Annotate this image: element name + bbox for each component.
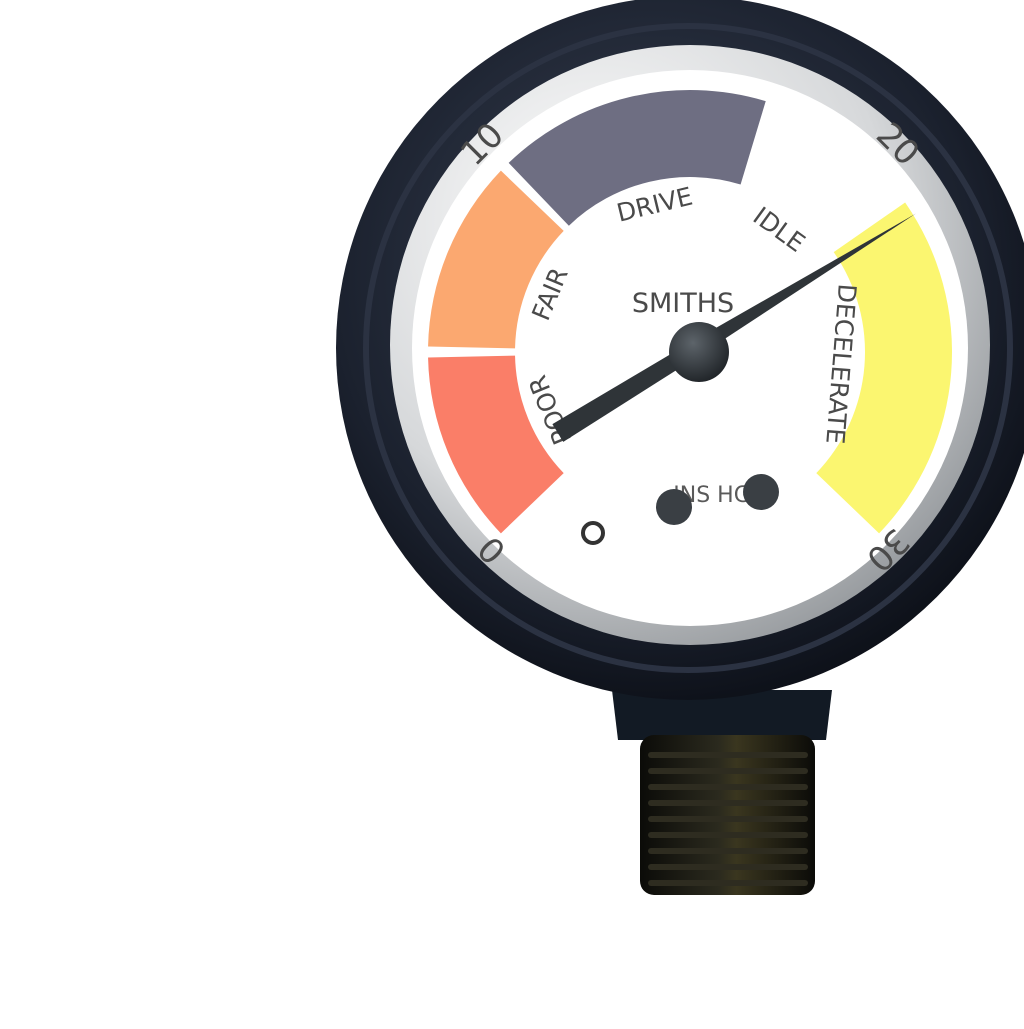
thread-ridge [648, 768, 808, 774]
thread-ridge [648, 880, 808, 886]
threaded-fitting [612, 690, 832, 895]
gauge-brand: SMITHS [632, 288, 734, 319]
thread-ridge [648, 784, 808, 790]
gauge-photo: POOR FAIR DRIVE IDLE DECELERATE 0 10 20 30 SMIT… [0, 0, 1024, 1024]
thread-ridge [648, 800, 808, 806]
thread-ridge [648, 832, 808, 838]
thread-ridge [648, 816, 808, 822]
pressure-gauge: POORFAIRDRIVE IDLEDECELERATE 010 2030 SMIT… [336, 0, 1024, 895]
stop-pin [581, 521, 605, 545]
thread-ridge [648, 752, 808, 758]
screw-hole-left [656, 489, 692, 525]
screw-hole-right [743, 474, 779, 510]
needle-hub [669, 322, 729, 382]
thread-ridge [648, 848, 808, 854]
thread-ridge [648, 864, 808, 870]
